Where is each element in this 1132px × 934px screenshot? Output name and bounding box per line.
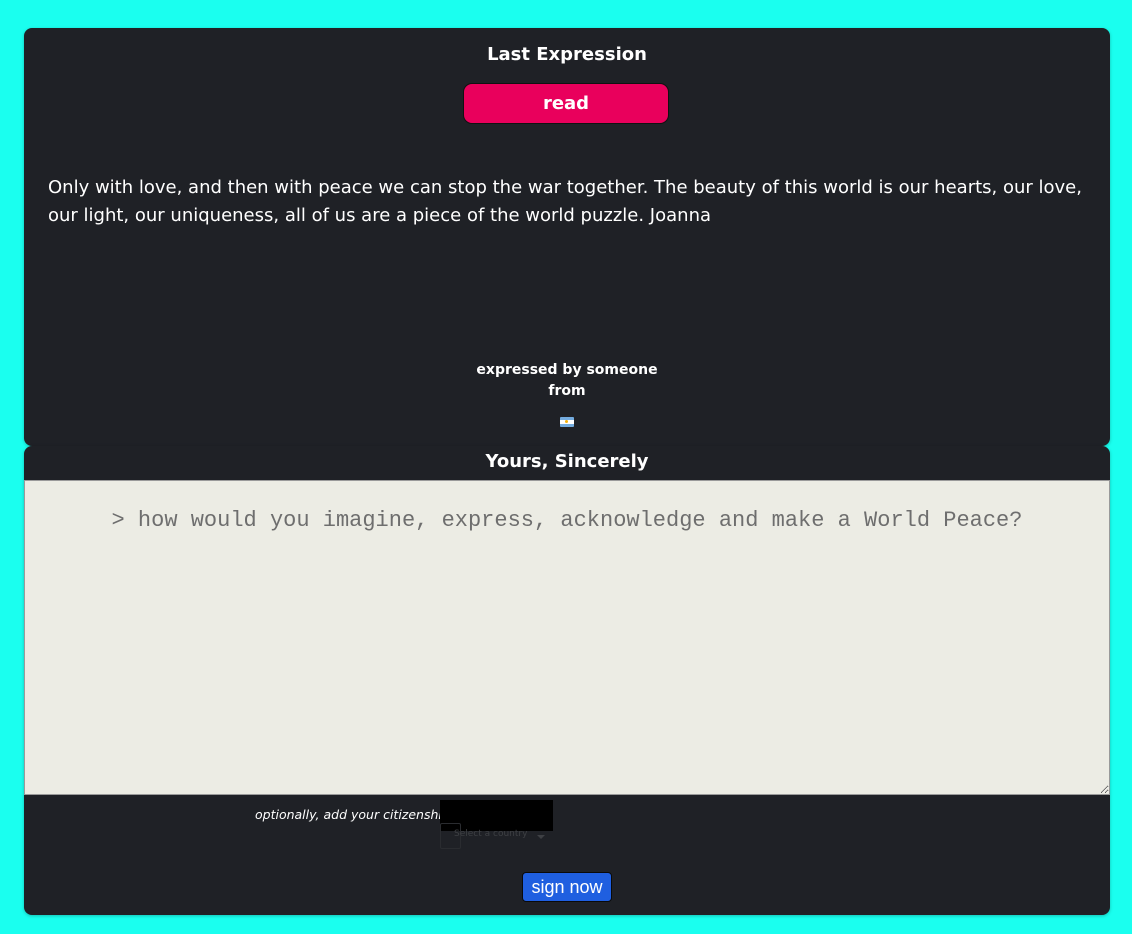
last-expression-card: Last Expression read Only with love, and… [24,28,1110,446]
peace-expression-input[interactable] [24,480,1110,795]
country-select-placeholder[interactable]: Select a country [454,829,527,839]
expressed-by-text: expressed by someone [476,362,658,378]
read-button[interactable]: read [463,83,669,124]
attribution: expressed by someone from [24,360,1110,402]
expression-message: Only with love, and then with peace we c… [48,177,1082,226]
from-text: from [548,383,586,399]
citizenship-label: optionally, add your citizenship [255,807,450,822]
chevron-down-icon[interactable] [537,835,545,839]
sign-now-button[interactable]: sign now [522,872,612,902]
form-title: Yours, Sincerely [485,451,649,472]
sign-form-card: Yours, Sincerely optionally, add your ci… [24,446,1110,915]
last-expression-title: Last Expression [487,44,647,65]
argentina-flag-icon [560,417,574,427]
